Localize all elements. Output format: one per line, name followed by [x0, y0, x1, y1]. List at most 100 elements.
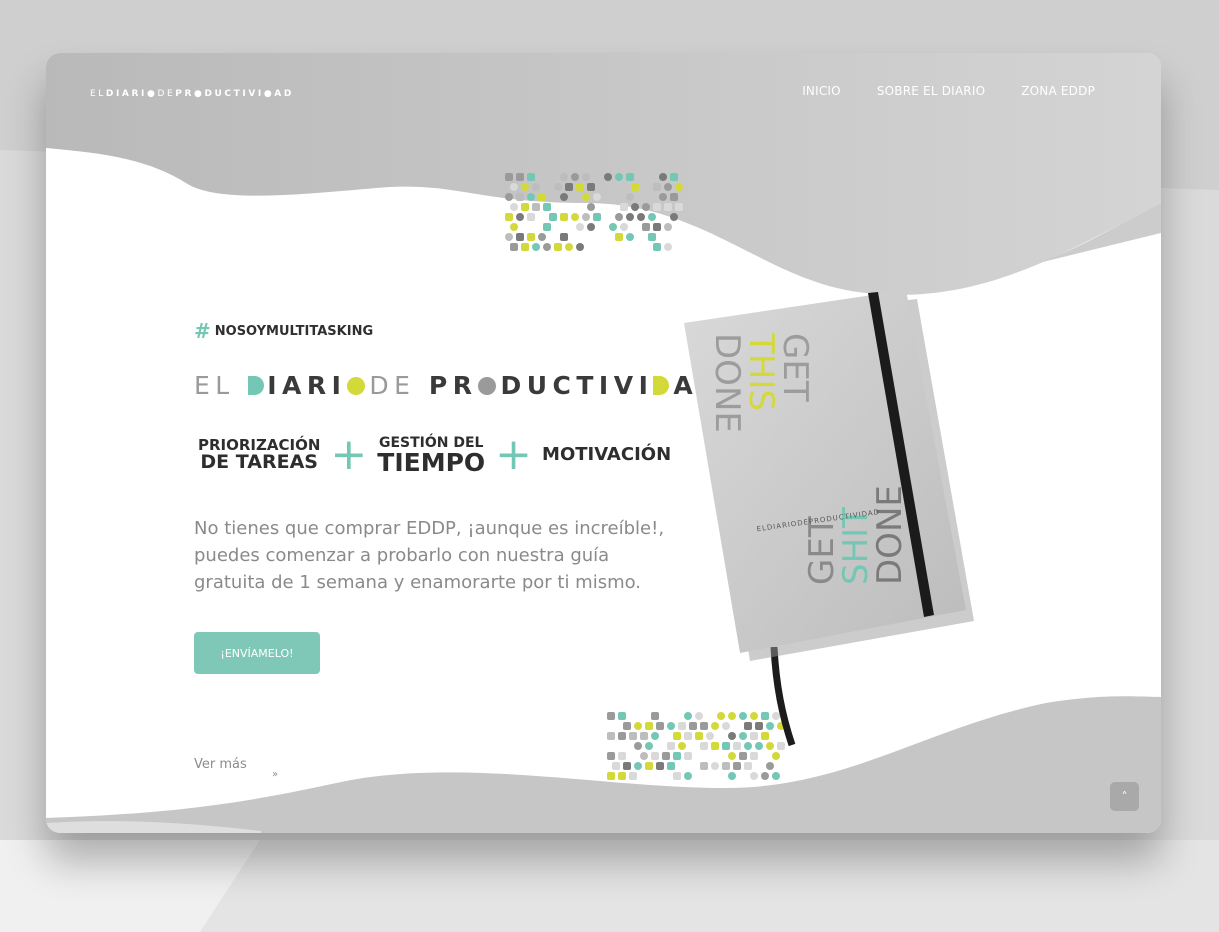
decor-dot — [532, 183, 540, 191]
decor-dot — [612, 762, 620, 770]
decor-dot — [607, 772, 615, 780]
plus-icon: + — [330, 429, 368, 480]
svg-text:GET: GET — [802, 516, 842, 585]
decor-dot — [510, 183, 518, 191]
decor-dot — [634, 722, 642, 730]
decor-dot — [656, 762, 664, 770]
decor-dot — [615, 213, 623, 221]
decor-dot — [722, 762, 730, 770]
decor-dot — [653, 223, 661, 231]
decor-dot — [582, 213, 590, 221]
nav-inicio[interactable]: INICIO — [802, 84, 841, 98]
decor-dot — [728, 772, 736, 780]
decor-dot — [626, 213, 634, 221]
decor-dot — [521, 203, 529, 211]
decor-dot — [648, 213, 656, 221]
decor-dot — [626, 193, 634, 201]
decor-dot — [565, 183, 573, 191]
decor-dot — [648, 233, 656, 241]
hashtag-text: NOSOYMULTITASKING — [214, 323, 374, 339]
decor-dot — [587, 203, 595, 211]
decor-dot — [733, 762, 741, 770]
decor-dot — [750, 772, 758, 780]
scroll-to-top-button[interactable]: ˄ — [1110, 782, 1139, 811]
decor-dot — [510, 243, 518, 251]
decor-dot — [673, 772, 681, 780]
decor-dot — [505, 193, 513, 201]
decor-dot — [653, 183, 661, 191]
svg-text:DONE: DONE — [707, 333, 747, 433]
decor-dot — [604, 173, 612, 181]
header-logo[interactable]: ELDIARI●DEPR●DUCTIVI●AD — [90, 89, 294, 99]
decor-dot — [772, 772, 780, 780]
decor-dot — [607, 712, 615, 720]
decor-dot — [532, 243, 540, 251]
logo-d-shape — [248, 376, 265, 395]
decor-dot — [642, 223, 650, 231]
decor-dot — [607, 732, 615, 740]
decor-dot — [766, 762, 774, 770]
logo-dot-gray — [478, 377, 497, 395]
diario-logo: EL IARIDE PRDUCTIVIAD — [194, 371, 724, 400]
decor-dot — [640, 752, 648, 760]
see-more-link[interactable]: Ver más — [194, 757, 247, 772]
decor-dot — [565, 243, 573, 251]
plus-icon: + — [495, 429, 533, 480]
nav-zona-eddp[interactable]: ZONA EDDP — [1021, 84, 1095, 98]
decor-dot — [651, 732, 659, 740]
decor-dot — [607, 752, 615, 760]
decor-dot — [521, 243, 529, 251]
decor-dot — [560, 213, 568, 221]
decor-dot — [645, 722, 653, 730]
decor-dot — [675, 183, 683, 191]
decor-dot — [653, 243, 661, 251]
decor-dot — [527, 233, 535, 241]
decor-dot — [516, 193, 524, 201]
double-chevron-down-icon[interactable]: » — [272, 769, 278, 780]
decor-dot — [516, 173, 524, 181]
decor-dot — [593, 193, 601, 201]
decor-dot — [521, 183, 529, 191]
decor-dot — [618, 772, 626, 780]
decor-dot — [631, 203, 639, 211]
decor-dot — [684, 772, 692, 780]
decor-dot — [675, 203, 683, 211]
decor-dot — [532, 203, 540, 211]
nav-sobre-el-diario[interactable]: SOBRE EL DIARIO — [877, 84, 985, 98]
decor-dot — [700, 762, 708, 770]
svg-text:DONE: DONE — [870, 485, 910, 585]
send-guide-button[interactable]: ¡ENVÍAMELO! — [194, 632, 320, 674]
decor-dot — [620, 223, 628, 231]
hero-card: ELDIARI●DEPR●DUCTIVI●AD INICIO SOBRE EL … — [46, 53, 1161, 833]
formula-term-motivacion: MOTIVACIÓN — [542, 444, 672, 465]
decor-dot — [510, 203, 518, 211]
decor-dot — [618, 712, 626, 720]
decor-dot — [543, 243, 551, 251]
decor-dot — [642, 203, 650, 211]
decor-dot — [659, 193, 667, 201]
decor-dot — [626, 173, 634, 181]
decor-dot — [527, 173, 535, 181]
decor-dot — [571, 213, 579, 221]
decor-dot — [670, 173, 678, 181]
decor-dot — [711, 762, 719, 770]
hero-description: No tienes que comprar EDDP, ¡aunque es i… — [194, 518, 665, 593]
decor-dot — [505, 233, 513, 241]
decor-dot — [664, 223, 672, 231]
decor-dot — [670, 193, 678, 201]
decor-dot — [516, 233, 524, 241]
decor-dot — [510, 223, 518, 231]
decor-dot — [620, 203, 628, 211]
formula-term-gestion: GESTIÓN DEL TIEMPO — [377, 434, 486, 477]
decor-dot — [543, 203, 551, 211]
decor-dot — [527, 193, 535, 201]
hashtag: # NOSOYMULTITASKING — [194, 319, 373, 343]
decor-dot — [615, 173, 623, 181]
formula-term-priorizacion: PRIORIZACIÓN DE TAREAS — [198, 436, 321, 473]
decor-dot — [664, 183, 672, 191]
decor-dot — [618, 732, 626, 740]
decor-dot — [653, 203, 661, 211]
decor-dot — [516, 213, 524, 221]
decor-dot — [761, 772, 769, 780]
decor-dot — [651, 712, 659, 720]
